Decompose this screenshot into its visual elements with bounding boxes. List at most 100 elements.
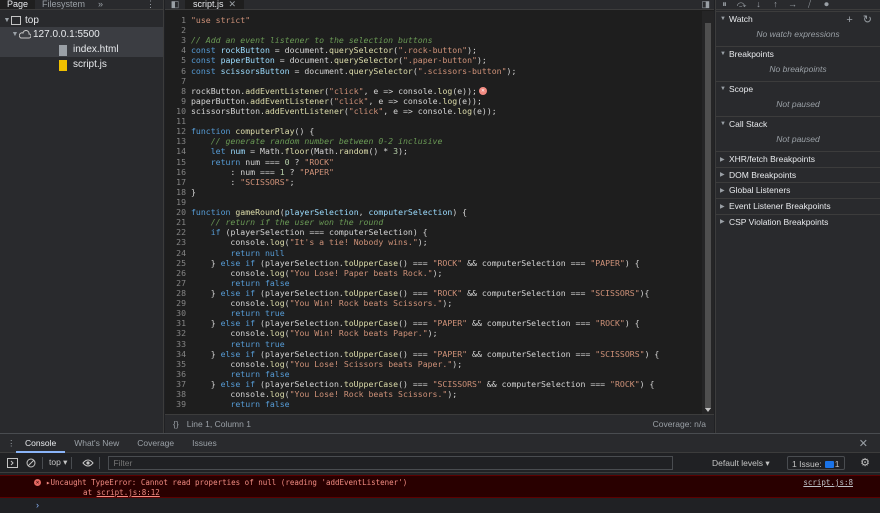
line-number[interactable]: 31: [165, 318, 191, 328]
vertical-scrollbar[interactable]: [702, 11, 714, 414]
line-number[interactable]: 17: [165, 177, 191, 187]
section-csp-violation-breakpoints[interactable]: ▶ CSP Violation Breakpoints: [716, 213, 880, 229]
code-line[interactable]: 19: [165, 197, 702, 207]
line-number[interactable]: 26: [165, 268, 191, 278]
section-xhr-fetch-breakpoints[interactable]: ▶ XHR/fetch Breakpoints: [716, 151, 880, 166]
line-number[interactable]: 20: [165, 207, 191, 217]
code-line[interactable]: 6 const scissorsButton = document.querySe…: [165, 66, 702, 76]
line-number[interactable]: 35: [165, 359, 191, 369]
section-breakpoints[interactable]: ▼ Breakpoints: [716, 46, 880, 61]
scrollbar-thumb[interactable]: [705, 23, 711, 409]
tree-item-index-html[interactable]: index.html: [0, 42, 163, 57]
line-number[interactable]: 6: [165, 66, 191, 76]
sidebar-toggle-icon[interactable]: [5, 456, 19, 470]
code-line[interactable]: 16 : num === 1 ? "PAPER": [165, 167, 702, 177]
console-prompt[interactable]: ›: [36, 500, 39, 510]
line-number[interactable]: 39: [165, 399, 191, 409]
section-dom-breakpoints[interactable]: ▶ DOM Breakpoints: [716, 166, 880, 182]
section-call-stack[interactable]: ▼ Call Stack: [716, 116, 880, 131]
console-error-message[interactable]: ✕ ▸Uncaught TypeError: Cannot read prope…: [0, 475, 880, 498]
code-line[interactable]: 39 return false: [165, 399, 702, 409]
line-number[interactable]: 8: [165, 86, 191, 96]
code-line[interactable]: 4 const rockButton = document.querySelect…: [165, 45, 702, 55]
inline-error-icon[interactable]: ✕: [478, 87, 487, 96]
code-line[interactable]: 31 } else if (playerSelection.toUpperCas…: [165, 318, 702, 328]
line-number[interactable]: 14: [165, 146, 191, 156]
code-line[interactable]: 24 return null: [165, 248, 702, 258]
line-number[interactable]: 36: [165, 369, 191, 379]
line-number[interactable]: 27: [165, 278, 191, 288]
code-line[interactable]: 9 paperButton.addEventListener("click", e…: [165, 96, 702, 106]
line-number[interactable]: 23: [165, 237, 191, 247]
step-into-icon[interactable]: ↓: [750, 0, 767, 9]
close-icon[interactable]: ✕: [229, 0, 237, 9]
section-watch[interactable]: ▼ Watch + ↻: [716, 11, 880, 26]
line-number[interactable]: 11: [165, 116, 191, 126]
code-line[interactable]: 1 "use strict": [165, 15, 702, 25]
code-line[interactable]: 32 console.log("You Win! Rock beats Pape…: [165, 328, 702, 338]
tree-item-script-js[interactable]: script.js: [0, 57, 163, 72]
tab-console[interactable]: Console: [16, 434, 66, 453]
line-number[interactable]: 13: [165, 136, 191, 146]
error-text[interactable]: ▸Uncaught TypeError: Cannot read propert…: [46, 478, 407, 487]
line-number[interactable]: 33: [165, 339, 191, 349]
code-line[interactable]: 17 : "SCISSORS";: [165, 177, 702, 187]
code-line[interactable]: 14 let num = Math.floor(Math.random() * …: [165, 146, 702, 156]
issues-button[interactable]: 1 Issue: 1: [787, 456, 845, 470]
line-number[interactable]: 29: [165, 298, 191, 308]
line-number[interactable]: 16: [165, 167, 191, 177]
pause-on-exceptions-icon[interactable]: ⏺: [818, 0, 835, 9]
code-line[interactable]: 13 // generate random number between 0-2…: [165, 136, 702, 146]
expand-arrow-icon[interactable]: ▶: [720, 218, 729, 225]
line-number[interactable]: 25: [165, 258, 191, 268]
code-line[interactable]: 15 return num === 0 ? "ROCK": [165, 157, 702, 167]
tab-whats-new[interactable]: What's New: [65, 434, 128, 453]
line-number[interactable]: 1: [165, 15, 191, 25]
kebab-menu-icon[interactable]: ⋮: [146, 0, 155, 9]
code-line[interactable]: 28 } else if (playerSelection.toUpperCas…: [165, 288, 702, 298]
code-line[interactable]: 36 return false: [165, 369, 702, 379]
line-number[interactable]: 32: [165, 328, 191, 338]
code-line[interactable]: 38 console.log("You Lose! Rock beats Sci…: [165, 389, 702, 399]
collapse-arrow-icon[interactable]: ▼: [720, 16, 729, 22]
add-watch-icon[interactable]: +: [846, 14, 852, 26]
error-source-link[interactable]: script.js:8: [803, 478, 853, 487]
expand-arrow-icon[interactable]: ▶: [720, 156, 729, 163]
code-line[interactable]: 3// Add an event listener to the selecti…: [165, 35, 702, 45]
step-icon[interactable]: →: [784, 0, 801, 9]
log-levels-dropdown[interactable]: Default levels ▾: [712, 453, 770, 473]
code-line[interactable]: 8 rockButton.addEventListener("click", e …: [165, 86, 702, 96]
line-number[interactable]: 4: [165, 45, 191, 55]
code-line[interactable]: 33 return true: [165, 339, 702, 349]
scroll-down-arrow-icon[interactable]: [705, 408, 711, 412]
line-number[interactable]: 24: [165, 248, 191, 258]
stack-link[interactable]: script.js:8:12: [97, 488, 160, 497]
tab-issues[interactable]: Issues: [183, 434, 226, 453]
line-number[interactable]: 10: [165, 106, 191, 116]
line-number[interactable]: 18: [165, 187, 191, 197]
code-line[interactable]: 25 } else if (playerSelection.toUpperCas…: [165, 258, 702, 268]
pause-icon[interactable]: ⏸: [716, 0, 733, 9]
line-number[interactable]: 2: [165, 25, 191, 35]
section-global-listeners[interactable]: ▶ Global Listeners: [716, 182, 880, 197]
tab-page[interactable]: Page: [0, 0, 36, 9]
line-number[interactable]: 30: [165, 308, 191, 318]
code-line[interactable]: 21 // return if the user won the round: [165, 217, 702, 227]
code-line[interactable]: 30 return true: [165, 308, 702, 318]
code-line[interactable]: 27 return false: [165, 278, 702, 288]
step-over-icon[interactable]: ⤼: [733, 0, 750, 9]
tab-script-js[interactable]: script.js ✕: [185, 0, 245, 9]
line-number[interactable]: 7: [165, 76, 191, 86]
code-line[interactable]: 34 } else if (playerSelection.toUpperCas…: [165, 349, 702, 359]
line-number[interactable]: 5: [165, 55, 191, 65]
code-area[interactable]: 1 "use strict" 2 3// Add an event listener …: [165, 11, 702, 414]
code-line[interactable]: 37 } else if (playerSelection.toUpperCas…: [165, 379, 702, 389]
code-line[interactable]: 29 console.log("You Win! Rock beats Scis…: [165, 298, 702, 308]
toggle-navigator-icon[interactable]: ◧: [165, 0, 185, 9]
line-number[interactable]: 15: [165, 157, 191, 167]
toggle-debugger-icon[interactable]: ◨: [701, 0, 710, 9]
code-line[interactable]: 26 console.log("You Lose! Paper beats Ro…: [165, 268, 702, 278]
context-selector[interactable]: top ▾: [49, 457, 67, 468]
collapse-arrow-icon[interactable]: ▼: [720, 51, 729, 57]
tab-coverage[interactable]: Coverage: [128, 434, 183, 453]
